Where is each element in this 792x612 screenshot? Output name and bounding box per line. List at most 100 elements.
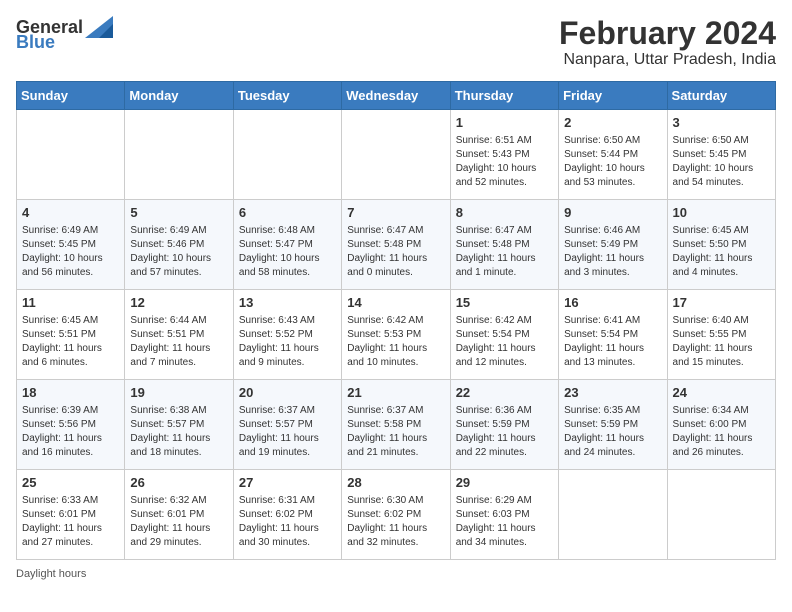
day-cell <box>342 110 450 200</box>
week-row-2: 4Sunrise: 6:49 AM Sunset: 5:45 PM Daylig… <box>17 200 776 290</box>
day-info: Sunrise: 6:37 AM Sunset: 5:58 PM Dayligh… <box>347 404 444 460</box>
day-info: Sunrise: 6:36 AM Sunset: 5:59 PM Dayligh… <box>456 404 553 460</box>
day-number: 7 <box>347 204 444 222</box>
header: General Blue February 2024 Nanpara, Utta… <box>16 16 776 69</box>
daylight-label: Daylight hours <box>16 568 86 580</box>
day-cell: 15Sunrise: 6:42 AM Sunset: 5:54 PM Dayli… <box>450 290 558 380</box>
day-cell: 12 Sunrise: 6:44 AM Sunset: 5:51 PM Dayli… <box>125 290 233 380</box>
day-number: 29 <box>456 474 553 492</box>
day-cell: 23Sunrise: 6:35 AM Sunset: 5:59 PM Dayli… <box>559 380 667 470</box>
main-title: February 2024 <box>559 16 776 51</box>
day-cell: 4Sunrise: 6:49 AM Sunset: 5:45 PM Daylig… <box>17 200 125 290</box>
day-info: Sunrise: 6:50 AM Sunset: 5:45 PM Dayligh… <box>673 134 770 190</box>
day-number: 19 <box>130 384 227 402</box>
day-cell: 27Sunrise: 6:31 AM Sunset: 6:02 PM Dayli… <box>233 470 341 560</box>
day-number: 26 <box>130 474 227 492</box>
day-number: 3 <box>673 114 770 132</box>
day-info: Sunrise: 6:33 AM Sunset: 6:01 PM Dayligh… <box>22 494 119 550</box>
day-cell: 7 Sunrise: 6:47 AM Sunset: 5:48 PM Daylig… <box>342 200 450 290</box>
day-number: 10 <box>673 204 770 222</box>
day-info: Sunrise: 6:50 AM Sunset: 5:44 PM Dayligh… <box>564 134 661 190</box>
day-number: 1 <box>456 114 553 132</box>
day-cell <box>125 110 233 200</box>
header-cell-tuesday: Tuesday <box>233 82 341 110</box>
day-info: Sunrise: 6:42 AM Sunset: 5:53 PM Dayligh… <box>347 314 444 370</box>
day-number: 16 <box>564 294 661 312</box>
day-info: Sunrise: 6:47 AM Sunset: 5:48 PM Dayligh… <box>347 224 444 280</box>
day-info: Sunrise: 6:43 AM Sunset: 5:52 PM Dayligh… <box>239 314 336 370</box>
day-number: 2 <box>564 114 661 132</box>
day-cell: 11 Sunrise: 6:45 AM Sunset: 5:51 PM Dayli… <box>17 290 125 380</box>
day-number: 24 <box>673 384 770 402</box>
day-cell <box>17 110 125 200</box>
header-row: SundayMondayTuesdayWednesdayThursdayFrid… <box>17 82 776 110</box>
day-cell: 2 Sunrise: 6:50 AM Sunset: 5:44 PM Daylig… <box>559 110 667 200</box>
day-info: Sunrise: 6:49 AM Sunset: 5:46 PM Dayligh… <box>130 224 227 280</box>
day-number: 12 <box>130 294 227 312</box>
day-cell: 20Sunrise: 6:37 AM Sunset: 5:57 PM Dayli… <box>233 380 341 470</box>
day-cell: 19 Sunrise: 6:38 AM Sunset: 5:57 PM Dayli… <box>125 380 233 470</box>
day-cell: 3 Sunrise: 6:50 AM Sunset: 5:45 PM Daylig… <box>667 110 775 200</box>
day-number: 22 <box>456 384 553 402</box>
day-number: 18 <box>22 384 119 402</box>
day-cell: 1 Sunrise: 6:51 AM Sunset: 5:43 PM Daylig… <box>450 110 558 200</box>
day-number: 25 <box>22 474 119 492</box>
day-info: Sunrise: 6:46 AM Sunset: 5:49 PM Dayligh… <box>564 224 661 280</box>
day-number: 11 <box>22 294 119 312</box>
day-info: Sunrise: 6:34 AM Sunset: 6:00 PM Dayligh… <box>673 404 770 460</box>
day-cell: 5 Sunrise: 6:49 AM Sunset: 5:46 PM Daylig… <box>125 200 233 290</box>
day-cell: 18 Sunrise: 6:39 AM Sunset: 5:56 PM Dayli… <box>17 380 125 470</box>
logo: General Blue <box>16 16 113 53</box>
day-info: Sunrise: 6:32 AM Sunset: 6:01 PM Dayligh… <box>130 494 227 550</box>
day-cell: 17Sunrise: 6:40 AM Sunset: 5:55 PM Dayli… <box>667 290 775 380</box>
calendar-table: SundayMondayTuesdayWednesdayThursdayFrid… <box>16 81 776 560</box>
title-block: February 2024 Nanpara, Uttar Pradesh, In… <box>559 16 776 69</box>
day-info: Sunrise: 6:30 AM Sunset: 6:02 PM Dayligh… <box>347 494 444 550</box>
day-info: Sunrise: 6:40 AM Sunset: 5:55 PM Dayligh… <box>673 314 770 370</box>
day-number: 28 <box>347 474 444 492</box>
day-number: 23 <box>564 384 661 402</box>
day-cell: 24 Sunrise: 6:34 AM Sunset: 6:00 PM Dayli… <box>667 380 775 470</box>
day-cell: 8Sunrise: 6:47 AM Sunset: 5:48 PM Daylig… <box>450 200 558 290</box>
day-info: Sunrise: 6:38 AM Sunset: 5:57 PM Dayligh… <box>130 404 227 460</box>
day-cell: 21 Sunrise: 6:37 AM Sunset: 5:58 PM Dayli… <box>342 380 450 470</box>
day-cell: 25 Sunrise: 6:33 AM Sunset: 6:01 PM Dayli… <box>17 470 125 560</box>
day-info: Sunrise: 6:29 AM Sunset: 6:03 PM Dayligh… <box>456 494 553 550</box>
day-number: 14 <box>347 294 444 312</box>
day-number: 9 <box>564 204 661 222</box>
day-cell: 10Sunrise: 6:45 AM Sunset: 5:50 PM Dayli… <box>667 200 775 290</box>
day-number: 15 <box>456 294 553 312</box>
week-row-4: 18 Sunrise: 6:39 AM Sunset: 5:56 PM Dayli… <box>17 380 776 470</box>
day-cell: 13 Sunrise: 6:43 AM Sunset: 5:52 PM Dayli… <box>233 290 341 380</box>
footer: Daylight hours <box>16 568 776 580</box>
day-number: 5 <box>130 204 227 222</box>
day-number: 21 <box>347 384 444 402</box>
day-number: 6 <box>239 204 336 222</box>
week-row-5: 25 Sunrise: 6:33 AM Sunset: 6:01 PM Dayli… <box>17 470 776 560</box>
day-number: 8 <box>456 204 553 222</box>
day-number: 13 <box>239 294 336 312</box>
day-info: Sunrise: 6:41 AM Sunset: 5:54 PM Dayligh… <box>564 314 661 370</box>
day-number: 4 <box>22 204 119 222</box>
day-cell <box>667 470 775 560</box>
day-info: Sunrise: 6:37 AM Sunset: 5:57 PM Dayligh… <box>239 404 336 460</box>
day-cell: 29 Sunrise: 6:29 AM Sunset: 6:03 PM Dayli… <box>450 470 558 560</box>
week-row-1: 1 Sunrise: 6:51 AM Sunset: 5:43 PM Daylig… <box>17 110 776 200</box>
day-cell: 26 Sunrise: 6:32 AM Sunset: 6:01 PM Dayli… <box>125 470 233 560</box>
header-cell-thursday: Thursday <box>450 82 558 110</box>
header-cell-wednesday: Wednesday <box>342 82 450 110</box>
day-info: Sunrise: 6:48 AM Sunset: 5:47 PM Dayligh… <box>239 224 336 280</box>
day-info: Sunrise: 6:51 AM Sunset: 5:43 PM Dayligh… <box>456 134 553 190</box>
day-info: Sunrise: 6:39 AM Sunset: 5:56 PM Dayligh… <box>22 404 119 460</box>
week-row-3: 11 Sunrise: 6:45 AM Sunset: 5:51 PM Dayli… <box>17 290 776 380</box>
day-cell: 16 Sunrise: 6:41 AM Sunset: 5:54 PM Dayli… <box>559 290 667 380</box>
day-cell: 22 Sunrise: 6:36 AM Sunset: 5:59 PM Dayli… <box>450 380 558 470</box>
day-info: Sunrise: 6:45 AM Sunset: 5:51 PM Dayligh… <box>22 314 119 370</box>
day-info: Sunrise: 6:44 AM Sunset: 5:51 PM Dayligh… <box>130 314 227 370</box>
day-info: Sunrise: 6:31 AM Sunset: 6:02 PM Dayligh… <box>239 494 336 550</box>
logo-blue: Blue <box>16 32 55 53</box>
day-cell <box>559 470 667 560</box>
subtitle: Nanpara, Uttar Pradesh, India <box>559 51 776 69</box>
header-cell-sunday: Sunday <box>17 82 125 110</box>
header-cell-monday: Monday <box>125 82 233 110</box>
